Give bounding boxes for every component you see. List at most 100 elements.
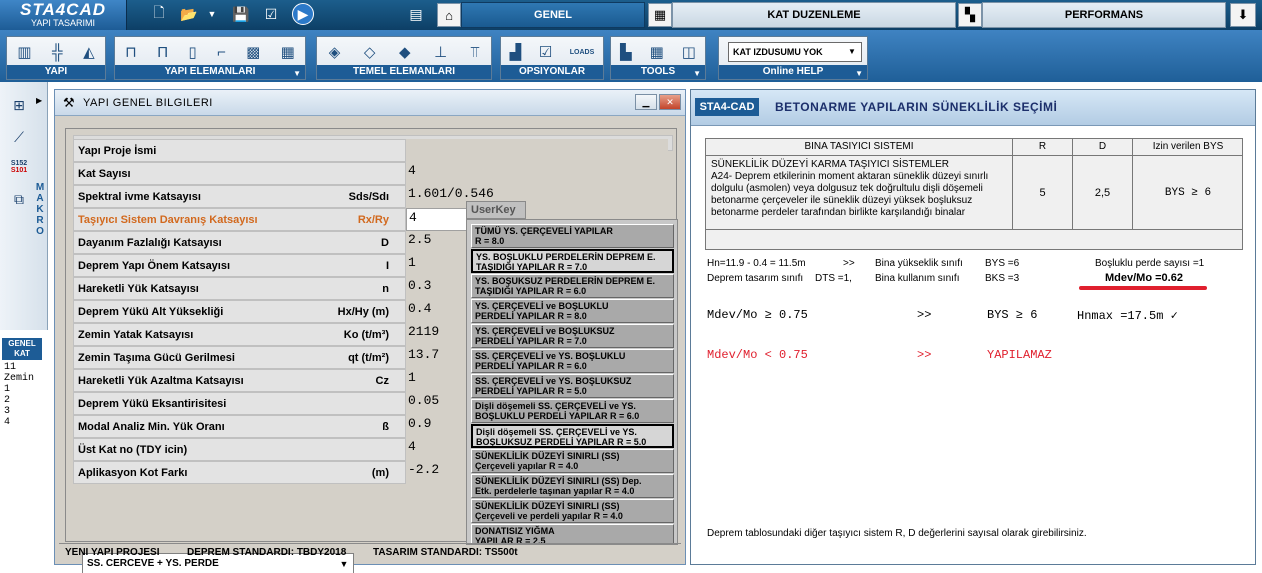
- open-folder-icon[interactable]: 📂: [178, 3, 200, 25]
- option-button[interactable]: YS. ÇERÇEVELİ ve BOŞLUKLU PERDELİ YAPILAR…: [471, 299, 674, 323]
- macro-tool-icon[interactable]: ⊞: [4, 92, 34, 118]
- option-line2: Çerçeveli yapılar R = 4.0: [475, 461, 579, 471]
- tools-book-icon[interactable]: ◫: [682, 43, 696, 61]
- row-eksantirisite: Deprem Yükü Eksantirisitesi: [73, 392, 406, 415]
- grid-icon[interactable]: ▦: [281, 43, 295, 61]
- row-label: Taşıyıcı Sistem Davranış Katsayısı: [78, 214, 258, 226]
- tab-performans[interactable]: PERFORMANS: [982, 2, 1226, 28]
- system-desc-line: betonarme çerçeveler ile süneklik düzeyi…: [711, 195, 973, 206]
- system-table: BINA TASIYICI SISTEMI R D Izin verilen B…: [705, 138, 1243, 250]
- table-header: BINA TASIYICI SISTEMI: [706, 139, 1013, 156]
- list-item[interactable]: 2: [4, 395, 44, 406]
- status-deprem-standard: DEPREM STANDARDI: TBDY2018: [187, 547, 347, 558]
- row-label: Kat Sayısı: [78, 168, 131, 180]
- option-line1: SS. ÇERÇEVELİ ve YS. BOŞLUKSUZ: [475, 376, 632, 386]
- slab-icon[interactable]: ▯: [188, 43, 196, 61]
- option-line1: SÜNEKLİLİK DÜZEYİ SINIRLI (SS) Dep.: [475, 476, 642, 486]
- list-item[interactable]: Zemin: [4, 373, 44, 384]
- options-chart-icon[interactable]: ▟: [510, 43, 522, 61]
- beam-icon[interactable]: ⊓: [125, 43, 137, 61]
- floor-plan-icon[interactable]: ▦: [648, 3, 672, 27]
- row-symbol: Cz: [375, 375, 389, 387]
- system-desc-line: betonarme perdeler tarafından birlikte k…: [711, 207, 966, 218]
- checklist-icon[interactable]: ☑: [260, 3, 282, 25]
- chevron-down-icon[interactable]: ▼: [293, 69, 301, 78]
- table-header: D: [1073, 139, 1133, 156]
- list-item[interactable]: 3: [4, 406, 44, 417]
- layout-tool-icon[interactable]: ⧉: [4, 186, 34, 212]
- list-item[interactable]: 1: [4, 384, 44, 395]
- frame-icon[interactable]: ╬: [52, 44, 63, 61]
- top-bar: STA4CAD YAPI TASARIMI 🗋 📂 ▼ 💾 ☑ ▶ ▤ ⌂ GE…: [0, 0, 1262, 30]
- tools-chart-icon[interactable]: ▙: [620, 43, 632, 61]
- row-symbol: n: [382, 283, 389, 295]
- option-button-selected[interactable]: YS. BOŞLUKLU PERDELERİN DEPREM E. TAŞIDIĞ…: [471, 249, 674, 273]
- download-icon[interactable]: ⬇: [1230, 3, 1256, 27]
- floor-list: 11 Zemin 1 2 3 4: [4, 362, 44, 428]
- tab-genel[interactable]: GENEL: [461, 2, 645, 28]
- option-button[interactable]: SÜNEKLİLİK DÜZEYİ SINIRLI (SS) Çerçeveli …: [471, 449, 674, 473]
- kat-izdusumu-select[interactable]: KAT IZDUSUMU YOK ▼: [728, 42, 862, 62]
- option-button-selected[interactable]: Dişli döşemeli SS. ÇERÇEVELİ ve YS. BOŞLU…: [471, 424, 674, 448]
- row-alt-yukseklik: Deprem Yükü Alt Yüksekliği Hx/Hy (m): [73, 300, 406, 323]
- option-line2: Etk. perdelerle taşınan yapılar R = 4.0: [475, 486, 635, 496]
- loads-icon[interactable]: LOADS: [570, 49, 595, 56]
- list-item[interactable]: 4: [4, 417, 44, 428]
- option-button[interactable]: SÜNEKLİLİK DÜZEYİ SINIRLI (SS) Dep. Etk. …: [471, 474, 674, 498]
- new-file-icon[interactable]: 🗋: [148, 3, 170, 25]
- stair-icon[interactable]: ⌐: [217, 44, 226, 61]
- tab-kat-duzenleme[interactable]: KAT DUZENLEME: [672, 2, 956, 28]
- tab-label: KAT DUZENLEME: [767, 9, 861, 21]
- option-button[interactable]: YS. BOŞUKSUZ PERDELERİN DEPREM E. TAŞIDIĞ…: [471, 274, 674, 298]
- option-line2: PERDELİ YAPILAR R = 7.0: [475, 336, 587, 346]
- save-icon[interactable]: 💾: [230, 3, 252, 25]
- axis-tool-icon[interactable]: ⟋: [4, 124, 34, 150]
- row-onem-katsayisi: Deprem Yapı Önem Katsayısı I: [73, 254, 406, 277]
- close-button[interactable]: ✕: [659, 94, 681, 110]
- wall-icon[interactable]: ▩: [246, 43, 260, 61]
- yapi-proje-ismi-field[interactable]: [406, 139, 668, 162]
- open-dropdown-icon[interactable]: ▼: [205, 3, 219, 25]
- option-button[interactable]: SS. ÇERÇEVELİ ve YS. BOŞLUKLU PERDELİ YAP…: [471, 349, 674, 373]
- list-item[interactable]: 11: [4, 362, 44, 373]
- option-button[interactable]: Dişli döşemeli SS. ÇERÇEVELİ ve YS. BOŞLU…: [471, 399, 674, 423]
- section-tool-icon[interactable]: S152 S101: [4, 154, 34, 180]
- building-icon[interactable]: ▥: [17, 43, 31, 61]
- option-line2: PERDELİ YAPILAR R = 8.0: [475, 311, 587, 321]
- option-button[interactable]: YS. ÇERÇEVELİ ve BOŞLUKSUZ PERDELİ YAPILA…: [471, 324, 674, 348]
- chevron-down-icon[interactable]: ▼: [693, 69, 701, 78]
- kat-sayisi-field[interactable]: 4: [406, 162, 512, 185]
- column-icon[interactable]: Π: [157, 44, 168, 61]
- foundation-icon[interactable]: ◈: [329, 43, 341, 61]
- minimize-button[interactable]: ▁: [635, 94, 657, 110]
- row-symbol: qt (t/m²): [348, 352, 389, 364]
- genel-kat-button[interactable]: GENEL KAT: [2, 338, 42, 360]
- tools-grid-icon[interactable]: ▦: [650, 43, 664, 61]
- dialog-title-bar[interactable]: STA4-CAD BETONARME YAPILARIN SÜNEKLİLİK …: [691, 90, 1255, 126]
- pile-cap-icon[interactable]: ◆: [399, 43, 411, 61]
- report-icon[interactable]: ▤: [405, 3, 427, 25]
- play-icon[interactable]: ▶: [292, 3, 314, 25]
- cond1-text: Mdev/Mo ≥ 0.75: [707, 308, 808, 322]
- home-icon[interactable]: ⌂: [437, 3, 461, 27]
- dialog-title-bar[interactable]: ⚒ YAPI GENEL BILGILERI ▁ ✕: [55, 90, 685, 116]
- option-button[interactable]: SS. ÇERÇEVELİ ve YS. BOŞLUKSUZ PERDELİ YA…: [471, 374, 674, 398]
- sidebar-expand-icon[interactable]: ▶: [36, 96, 46, 105]
- row-label: Deprem Yükü Alt Yüksekliği: [78, 306, 224, 318]
- option-button[interactable]: DONATISIZ YIĞMA YAPILAR R = 2.5: [471, 524, 674, 544]
- chevron-down-icon[interactable]: ▼: [855, 69, 863, 78]
- section-icon[interactable]: ◭: [83, 43, 95, 61]
- table-row[interactable]: SÜNEKLİLİK DÜZEYİ KARMA TAŞIYICI SİSTEML…: [706, 156, 1013, 230]
- cond2-arrow: >>: [917, 348, 932, 362]
- options-check-icon[interactable]: ☑: [539, 43, 552, 61]
- toolbar-group-label: TEMEL ELEMANLARI: [317, 65, 491, 79]
- option-button[interactable]: SÜNEKLİLİK DÜZEYİ SINIRLI (SS) Çerçeveli …: [471, 499, 674, 523]
- dts-result: DTS =1,: [815, 273, 852, 284]
- option-button[interactable]: TÜMÜ YS. ÇERÇEVELİ YAPILAR R = 8.0: [471, 224, 674, 248]
- performance-chart-icon[interactable]: ▚: [958, 3, 982, 27]
- chevron-down-icon[interactable]: ▼: [845, 44, 859, 60]
- userkey-tab[interactable]: UserKey: [466, 201, 526, 219]
- pile-icon[interactable]: ⫪: [471, 44, 479, 61]
- tie-beam-icon[interactable]: ⊥: [434, 43, 447, 61]
- footing-icon[interactable]: ◇: [364, 43, 376, 61]
